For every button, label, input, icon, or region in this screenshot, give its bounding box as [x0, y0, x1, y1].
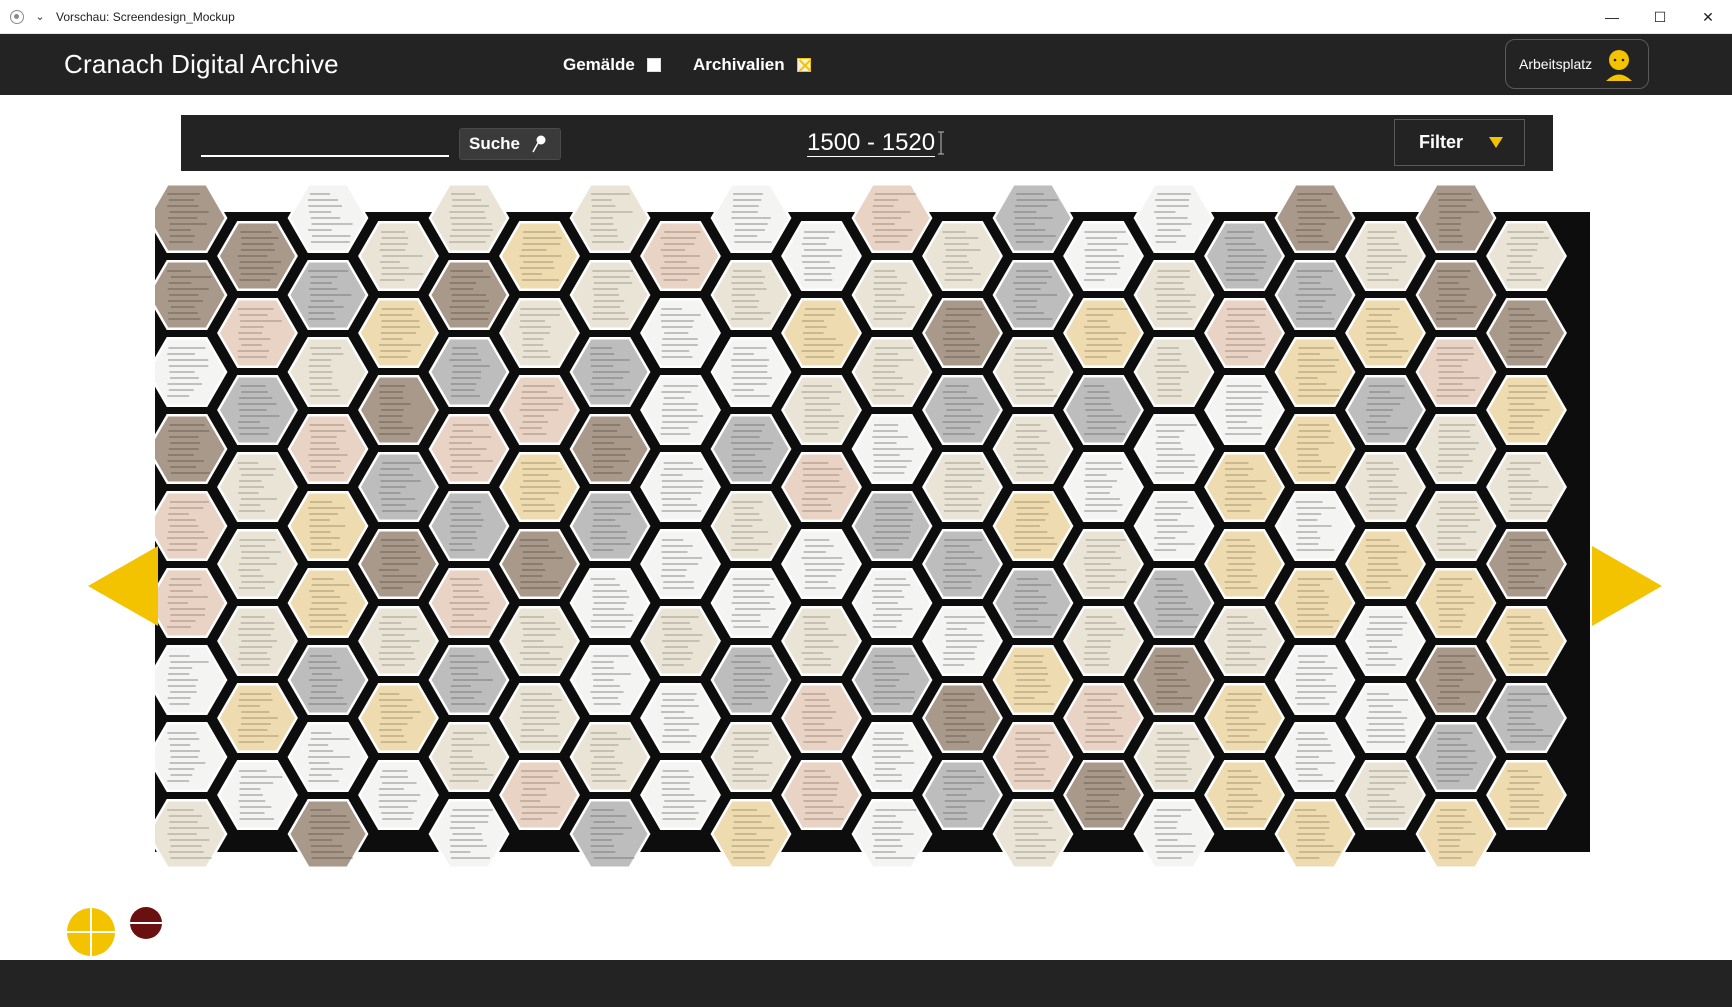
- arrow-left-icon[interactable]: [88, 546, 158, 626]
- gemaelde-checkbox[interactable]: [646, 58, 661, 72]
- filter-dropdown[interactable]: Filter: [1394, 119, 1525, 166]
- document-hex-grid: [155, 172, 1590, 897]
- workspace-label: Arbeitsplatz: [1519, 56, 1593, 72]
- app-header: Cranach Digital Archive Gemälde Archival…: [0, 34, 1732, 95]
- toggle-gemaelde[interactable]: Gemälde: [563, 55, 661, 75]
- archivalien-checkbox[interactable]: [796, 58, 811, 72]
- workspace-button[interactable]: Arbeitsplatz: [1505, 39, 1649, 89]
- app-icon: [10, 9, 24, 24]
- search-input[interactable]: [201, 129, 449, 157]
- brand-title: Cranach Digital Archive: [64, 49, 339, 79]
- filter-label: Filter: [1419, 132, 1464, 152]
- hex-grid-canvas: [155, 182, 1590, 870]
- search-button-label: Suche: [469, 134, 521, 153]
- zoom-out-icon[interactable]: [129, 906, 163, 940]
- minimize-button[interactable]: —: [1588, 0, 1636, 34]
- search-bar: Suche 1500 - 1520 Filter: [181, 115, 1553, 171]
- caret-down-icon: [1489, 137, 1503, 148]
- toggle-archivalien-label: Archivalien: [693, 55, 785, 74]
- window-title: Vorschau: Screendesign_Mockup: [56, 9, 235, 24]
- chevron-down-icon[interactable]: ⌄: [32, 10, 48, 23]
- toggle-gemaelde-label: Gemälde: [563, 55, 635, 74]
- toggle-archivalien[interactable]: Archivalien: [693, 55, 811, 75]
- user-avatar-icon: [1606, 50, 1632, 81]
- maximize-button[interactable]: ☐: [1636, 0, 1684, 34]
- text-cursor-icon: [938, 131, 944, 155]
- window-controls: — ☐ ✕: [1588, 0, 1732, 34]
- close-button[interactable]: ✕: [1684, 0, 1732, 34]
- window-titlebar: ⌄ Vorschau: Screendesign_Mockup — ☐ ✕: [0, 0, 1732, 34]
- zoom-in-icon[interactable]: [66, 907, 116, 957]
- search-button[interactable]: Suche: [459, 128, 561, 160]
- footer-bar: [0, 960, 1732, 1007]
- arrow-right-icon[interactable]: [1592, 546, 1662, 626]
- magnifier-icon: [532, 135, 546, 153]
- date-range-field[interactable]: 1500 - 1520: [807, 130, 936, 157]
